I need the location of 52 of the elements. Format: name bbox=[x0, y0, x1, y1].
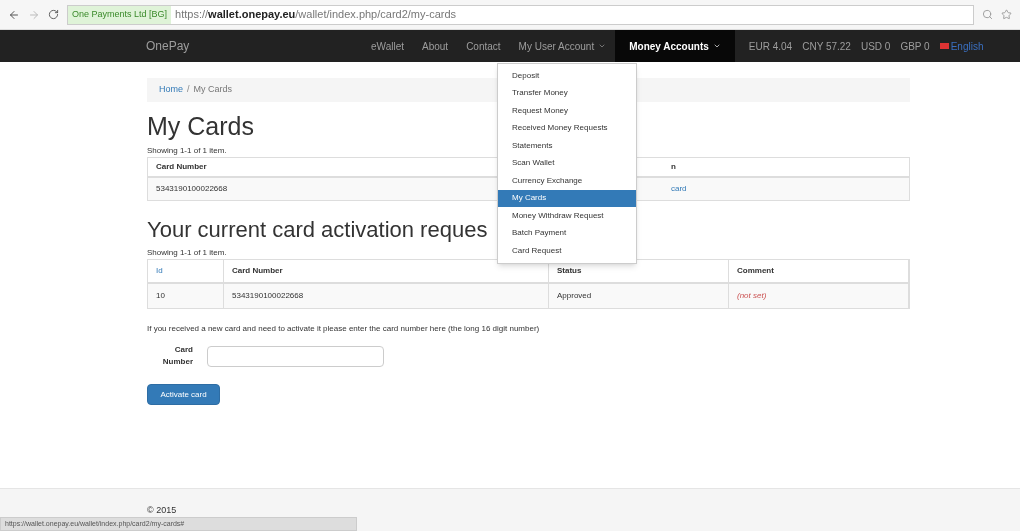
security-label: One Payments Ltd [BG] bbox=[68, 5, 172, 24]
nav-link[interactable]: My User Account bbox=[509, 30, 616, 62]
brand-link[interactable]: OnePay bbox=[146, 37, 362, 55]
summary-text: Showing 1-1 of 1 item. bbox=[147, 145, 227, 157]
sort-link[interactable]: Id bbox=[148, 260, 224, 282]
menu-item[interactable]: Money Withdraw Request bbox=[498, 207, 636, 225]
flag-icon bbox=[939, 43, 949, 49]
balance-text: USD 0 bbox=[860, 39, 891, 54]
card-link[interactable]: card bbox=[663, 183, 687, 195]
menu-item[interactable]: My Cards bbox=[498, 189, 636, 207]
menu-item[interactable]: Transfer Money bbox=[498, 84, 636, 102]
menu-item[interactable]: Card Request bbox=[498, 242, 636, 260]
breadcrumb-separator: / bbox=[187, 83, 190, 97]
field-label: Card Number bbox=[161, 344, 194, 368]
menu-item[interactable]: Batch Payment bbox=[498, 224, 636, 242]
back-icon[interactable] bbox=[8, 8, 20, 21]
menu-item[interactable]: Received Money Requests bbox=[498, 119, 636, 137]
nav-link[interactable]: Money Accounts bbox=[615, 30, 735, 62]
reload-icon[interactable] bbox=[48, 9, 59, 20]
breadcrumb-link[interactable]: Home bbox=[159, 83, 183, 97]
summary-text: Showing 1-1 of 1 item. bbox=[147, 247, 227, 259]
menu-item[interactable]: Statements bbox=[498, 137, 636, 155]
section-title: Your current card activation reques bbox=[147, 216, 488, 244]
instruction-text: If you received a new card and need to activate it please enter the card number here (the long 16 digit number) bbox=[147, 323, 540, 335]
table-cell: 5343190100022668 bbox=[156, 184, 228, 193]
card-number-input[interactable] bbox=[207, 345, 384, 367]
nav-link[interactable]: Contact bbox=[457, 30, 510, 62]
menu-item[interactable]: Scan Wallet bbox=[498, 154, 636, 172]
balance-text: CNY 57.22 bbox=[802, 39, 851, 54]
nav-link[interactable]: About bbox=[413, 30, 458, 62]
address-bar[interactable]: One Payments Ltd [BG] https://wallet.onepay.eu/wallet/index.php/card2/my-cards bbox=[67, 4, 974, 25]
column-header: Comment bbox=[729, 260, 909, 282]
breadcrumb-current: My Cards bbox=[193, 83, 233, 97]
menu-item[interactable]: Currency Exchange bbox=[498, 172, 636, 190]
balance-text: EUR 4.04 bbox=[748, 39, 793, 54]
column-header: Card Number bbox=[156, 162, 207, 171]
table-cell: (not set) bbox=[729, 284, 909, 308]
copyright-text: © 2015 bbox=[147, 503, 177, 517]
column-header: n bbox=[670, 161, 676, 173]
balance-text: GBP 0 bbox=[900, 39, 930, 54]
menu-item[interactable]: Deposit bbox=[498, 67, 636, 85]
url-text: https://wallet.onepay.eu/wallet/index.php/card2/my-cards bbox=[175, 7, 457, 23]
table-cell: 10 bbox=[148, 284, 224, 308]
table-cell: Approved bbox=[549, 284, 729, 308]
forward-icon[interactable] bbox=[28, 8, 40, 21]
table-cell: 5343190100022668 bbox=[224, 284, 549, 308]
star-icon[interactable] bbox=[1001, 9, 1012, 20]
nav-link[interactable]: eWallet bbox=[362, 30, 413, 62]
search-icon[interactable] bbox=[982, 9, 993, 20]
menu-item[interactable]: Request Money bbox=[498, 102, 636, 120]
activate-card-button[interactable]: Activate card bbox=[147, 384, 220, 405]
page-title: My Cards bbox=[147, 111, 254, 142]
